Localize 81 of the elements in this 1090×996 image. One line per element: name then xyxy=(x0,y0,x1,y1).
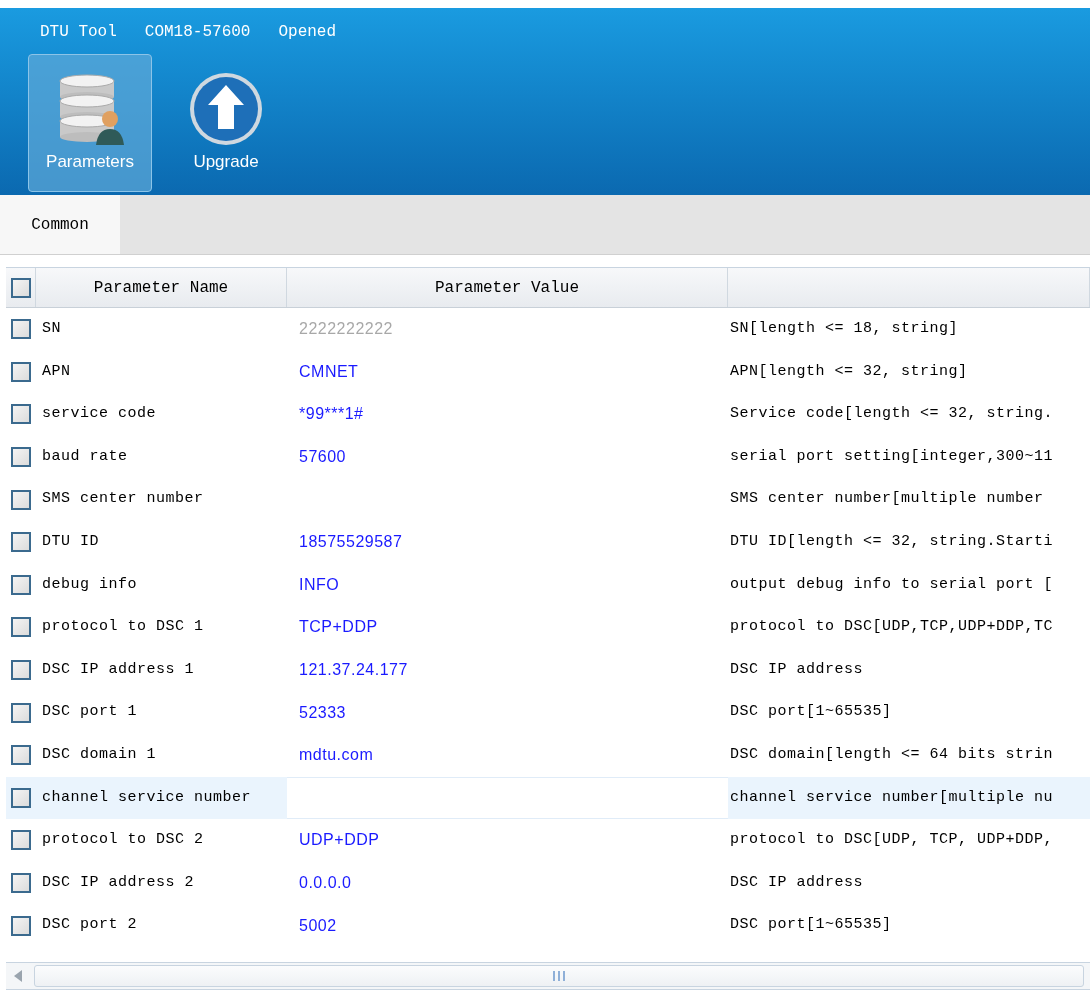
table-cell-text: APN xyxy=(42,361,71,382)
scrollbar-thumb[interactable] xyxy=(34,965,1084,987)
table-row[interactable]: channel service number channel service number[multiple nu xyxy=(6,776,1090,820)
table-cell-text: SMS center number[multiple number xyxy=(730,489,1044,510)
checkbox[interactable] xyxy=(11,915,31,936)
table-cell-text: DSC domain 1 xyxy=(42,745,157,765)
table-cell-text: DSC IP address 2 xyxy=(42,872,195,893)
value-cell[interactable]: 121.37.24.177 xyxy=(299,658,408,683)
checkbox[interactable] xyxy=(11,787,31,808)
table-row[interactable]: DSC domain 1 mdtu.com DSC domain[length <= 64 bits strin xyxy=(6,733,1090,777)
table-row[interactable]: DSC IP address 1 121.37.24.177 DSC IP address xyxy=(6,648,1090,692)
table-cell-text: DSC IP address xyxy=(730,659,864,680)
table-cell-text: baud rate xyxy=(42,446,128,467)
table-cell-text: DSC port[1~65535] xyxy=(730,702,892,723)
table-row[interactable]: DSC port 2 5002 DSC port[1~65535] xyxy=(6,904,1090,947)
table-cell-text: DSC IP address 1 xyxy=(42,659,195,680)
table-cell-text: service code xyxy=(42,404,157,425)
tab[interactable]: Common xyxy=(0,195,120,254)
value-cell[interactable]: CMNET xyxy=(299,359,359,384)
checkbox[interactable] xyxy=(11,447,31,468)
checkbox[interactable] xyxy=(11,660,31,681)
table-cell-text: output debug info to serial port [ xyxy=(730,574,1054,595)
value-cell[interactable]: TCP+DDP xyxy=(299,615,378,640)
table-cell-text: Service code[length <= 32, string. xyxy=(730,404,1054,425)
table-row[interactable]: service code *99***1# Service code[length <= 32, string. xyxy=(6,393,1090,436)
value-cell[interactable]: mdtu.com xyxy=(299,743,374,768)
table-cell-text: debug info xyxy=(42,574,137,595)
table-cell-text: channel service number xyxy=(42,787,252,808)
checkbox[interactable] xyxy=(10,277,31,298)
horizontal-scrollbar[interactable] xyxy=(6,962,1090,990)
value-cell[interactable]: UDP+DDP xyxy=(299,828,380,853)
title-text: Opened xyxy=(278,22,337,43)
table-cell-text: APN[length <= 32, string] xyxy=(730,361,968,382)
value-cell[interactable]: *99***1# xyxy=(299,402,364,427)
checkbox[interactable] xyxy=(11,404,31,425)
title-text: DTU Tool xyxy=(40,22,117,43)
table-cell-text: DSC port[1~65535] xyxy=(730,915,892,936)
checkbox[interactable] xyxy=(11,532,31,553)
table-row[interactable]: DSC port 1 52333 DSC port[1~65535] xyxy=(6,691,1090,734)
table-cell-text: protocol to DSC[UDP,TCP,UDP+DDP,TC xyxy=(730,617,1054,638)
table-cell-text: DTU ID[length <= 32, string.Starti xyxy=(730,532,1054,552)
table-cell-text: DTU ID xyxy=(42,532,99,552)
table-row[interactable]: DSC IP address 2 0.0.0.0 DSC IP address xyxy=(6,861,1090,905)
table-cell-text: serial port setting[integer,300~11 xyxy=(730,446,1054,467)
table-row[interactable]: debug info INFO output debug info to serial port [ xyxy=(6,563,1090,607)
checkbox[interactable] xyxy=(11,361,31,382)
value-cell[interactable]: INFO xyxy=(299,572,340,597)
checkbox[interactable] xyxy=(11,702,31,723)
grip-icon xyxy=(552,971,566,981)
table-cell-text: DSC port 1 xyxy=(42,702,137,723)
table-row[interactable]: baud rate 57600 serial port setting[integer,300~11 xyxy=(6,435,1090,479)
value-cell[interactable]: 57600 xyxy=(299,445,346,470)
table-cell-text: DSC domain[length <= 64 bits strin xyxy=(730,745,1054,765)
table-cell-text: DSC port 2 xyxy=(42,915,137,936)
table-cell-text: protocol to DSC 2 xyxy=(42,830,204,851)
checkbox[interactable] xyxy=(11,489,31,510)
checkbox[interactable] xyxy=(11,574,31,595)
table-cell-text: SMS center number xyxy=(42,489,204,510)
checkbox[interactable] xyxy=(11,830,31,851)
column-header: Parameter Name xyxy=(93,277,229,299)
value-cell[interactable]: 0.0.0.0 xyxy=(299,871,352,895)
checkbox[interactable] xyxy=(11,617,31,638)
table-cell-text: channel service number[multiple nu xyxy=(730,787,1054,808)
checkbox[interactable] xyxy=(11,873,31,893)
value-cell[interactable]: 52333 xyxy=(299,700,346,725)
table-row[interactable]: APN CMNET APN[length <= 32, string] xyxy=(6,350,1090,394)
table-row[interactable]: DTU ID 18575529587 DTU ID[length <= 32, string.Starti xyxy=(6,520,1090,564)
table-row[interactable]: protocol to DSC 2 UDP+DDP protocol to DSC[UDP, TCP, UDP+DDP, xyxy=(6,819,1090,862)
table-row[interactable]: protocol to DSC 1 TCP+DDP protocol to DSC[UDP,TCP,UDP+DDP,TC xyxy=(6,606,1090,649)
checkbox[interactable] xyxy=(11,745,31,766)
table-cell-text: protocol to DSC 1 xyxy=(42,617,204,638)
column-header: Parameter Value xyxy=(435,277,579,299)
table-cell-text: SN xyxy=(42,319,61,340)
table-row[interactable]: SMS center number SMS center number[multiple number xyxy=(6,478,1090,521)
table-cell-text: DSC IP address xyxy=(730,872,864,893)
title-text: COM18-57600 xyxy=(144,22,251,43)
table-cell-text: protocol to DSC[UDP, TCP, UDP+DDP, xyxy=(730,830,1054,851)
toolbar-button[interactable]: Upgrade xyxy=(164,54,288,192)
value-cell[interactable]: 5002 xyxy=(299,913,337,938)
value-cell[interactable]: 18575529587 xyxy=(299,530,403,555)
table-cell-text: SN[length <= 18, string] xyxy=(730,319,959,340)
